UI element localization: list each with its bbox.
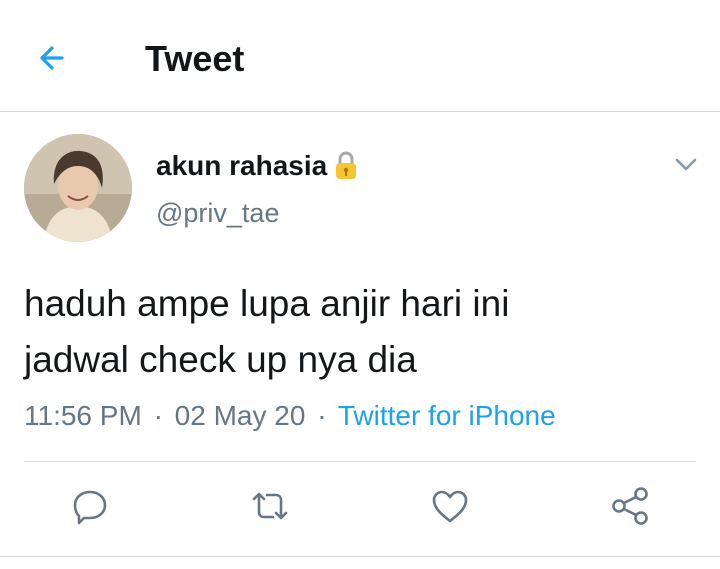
tweet-time: 11:56 PM [24, 400, 142, 431]
author-name-row[interactable]: akun rahasia [156, 148, 359, 184]
share-button[interactable] [608, 484, 652, 528]
tweet-date: 02 May 20 [174, 400, 306, 431]
top-bar: Tweet [0, 0, 720, 112]
divider [24, 461, 696, 462]
avatar[interactable] [24, 134, 132, 242]
author-name[interactable]: akun rahasia [156, 149, 327, 183]
reply-button[interactable] [68, 484, 112, 528]
reply-icon [73, 490, 107, 525]
lock-icon [336, 151, 357, 179]
back-button[interactable] [32, 38, 76, 78]
tweet-source-link[interactable]: Twitter for iPhone [338, 400, 556, 431]
meta-separator: · [317, 400, 327, 431]
tweet-text: haduh ampe lupa anjir hari ini jadwal ch… [24, 276, 704, 388]
retweet-icon [252, 492, 288, 520]
arrow-left-icon [40, 46, 64, 70]
tweet-text-line: jadwal check up nya dia [24, 339, 417, 380]
chevron-down-icon [675, 158, 697, 171]
tweet-text-line: haduh ampe lupa anjir hari ini [24, 283, 510, 324]
more-options-button[interactable] [672, 152, 700, 176]
tweet-meta: 11:56 PM · 02 May 20 · Twitter for iPhon… [24, 398, 556, 434]
like-button[interactable] [428, 484, 472, 528]
like-icon [432, 490, 468, 523]
action-bar [0, 484, 720, 534]
author-handle[interactable]: @priv_tae [156, 197, 279, 229]
meta-separator: · [153, 400, 163, 431]
divider [0, 556, 720, 557]
retweet-button[interactable] [248, 484, 292, 528]
page-title: Tweet [145, 38, 245, 79]
share-icon [612, 487, 648, 525]
